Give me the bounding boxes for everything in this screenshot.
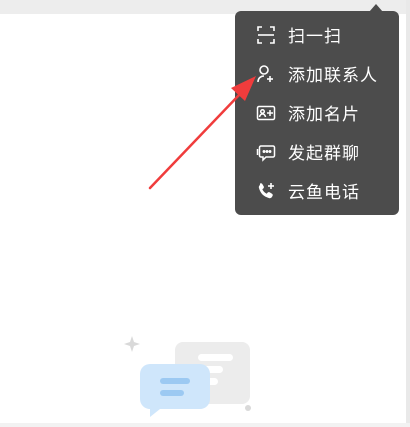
menu-item-scan[interactable]: 扫一扫 [235,15,399,54]
sparkle-icon [124,336,140,352]
add-contact-icon [255,63,277,85]
group-chat-icon [255,141,277,163]
menu-item-label: 添加名片 [288,105,360,125]
right-scroll-edge [406,0,410,423]
menu-item-label: 添加联系人 [288,66,378,86]
menu-item-label: 云鱼电话 [288,183,360,203]
add-menu-popup: 扫一扫 添加联系人 添加名片 发起群聊 云鱼电话 [235,11,399,215]
menu-item-group-chat[interactable]: 发起群聊 [235,132,399,171]
empty-state-illustration [120,332,260,423]
scan-icon [255,24,277,46]
menu-item-add-contact[interactable]: 添加联系人 [235,54,399,93]
menu-item-phone[interactable]: 云鱼电话 [235,171,399,210]
menu-item-label: 发起群聊 [288,144,360,164]
phone-call-icon [255,180,277,202]
add-card-icon [255,102,277,124]
menu-item-add-card[interactable]: 添加名片 [235,93,399,132]
menu-item-label: 扫一扫 [288,27,342,47]
